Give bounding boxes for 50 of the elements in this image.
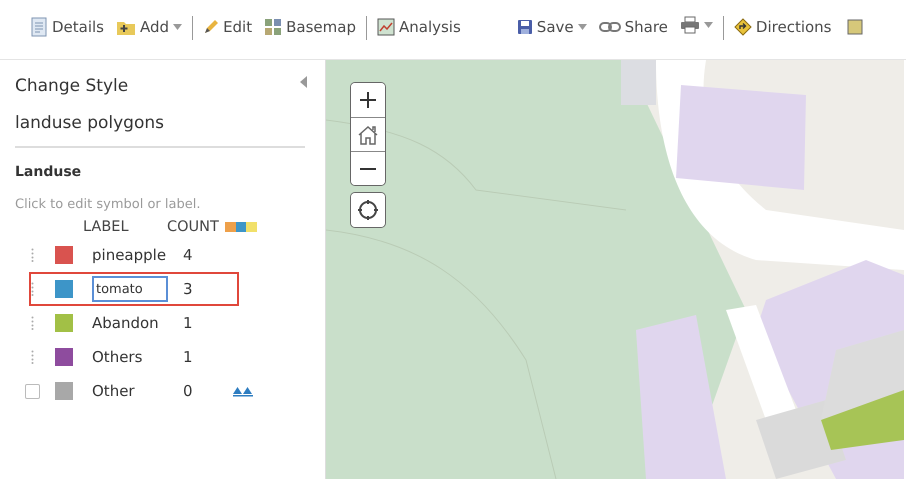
- toolbar-icon[interactable]: [846, 18, 864, 36]
- toolbar-button[interactable]: Directions: [728, 12, 838, 42]
- toolbar-button[interactable]: Analysis: [370, 12, 467, 42]
- count-text: 1: [183, 348, 193, 366]
- hint-text: Click to edit symbol or label.: [15, 196, 202, 214]
- color-swatch[interactable]: [55, 280, 73, 298]
- label-input-field[interactable]: tomato: [92, 276, 168, 302]
- diamond-arrow-icon: [734, 18, 752, 36]
- home-icon: [357, 124, 379, 144]
- grid-icon: [264, 18, 282, 36]
- toolbar-button[interactable]: Add: [110, 12, 188, 42]
- column-header: COUNT: [167, 218, 219, 236]
- layer-name: landuse polygons: [15, 100, 305, 148]
- drag-handle-icon[interactable]: [30, 248, 34, 262]
- crosshair-icon: [357, 199, 379, 221]
- checkbox[interactable]: [24, 384, 40, 399]
- count-text: 1: [183, 314, 193, 332]
- toolbar-button[interactable]: Share: [592, 12, 674, 42]
- count-text: 3: [183, 280, 193, 298]
- color-swatch[interactable]: [55, 246, 73, 264]
- double-up-arrow-icon[interactable]: [233, 386, 253, 397]
- class-label[interactable]: pineapple: [92, 246, 166, 264]
- save-icon: [516, 19, 533, 36]
- drag-handle-icon[interactable]: [30, 316, 34, 330]
- column-header: LABEL: [83, 218, 130, 236]
- panel-title: Change Style: [15, 75, 128, 98]
- drag-handle-icon[interactable]: [30, 282, 34, 296]
- plus-icon: [359, 91, 377, 109]
- locate-button[interactable]: [351, 193, 385, 227]
- toolbar-button[interactable]: Basemap: [258, 12, 362, 42]
- field-name: Landuse: [15, 163, 82, 182]
- zoom-out-button[interactable]: [351, 151, 385, 185]
- link-icon: [598, 21, 621, 34]
- map-analysis-icon: [376, 18, 395, 36]
- document-icon: [30, 17, 48, 38]
- class-label[interactable]: Abandon: [92, 314, 159, 332]
- pencil-icon: [203, 19, 220, 36]
- count-text: 0: [183, 382, 193, 400]
- drag-handle-icon[interactable]: [30, 350, 34, 364]
- printer-icon: [680, 16, 700, 34]
- toolbar-button[interactable]: Edit: [197, 12, 258, 42]
- toolbar-button[interactable]: Save: [510, 12, 593, 42]
- class-label[interactable]: Others: [92, 348, 142, 366]
- color-swatch[interactable]: [55, 314, 73, 332]
- count-text: 4: [183, 246, 193, 264]
- color-swatch[interactable]: [55, 348, 73, 366]
- minus-icon: [359, 166, 377, 170]
- class-label[interactable]: Other: [92, 382, 135, 400]
- color-swatch[interactable]: [55, 382, 73, 400]
- toolbar-button[interactable]: Details: [24, 12, 110, 42]
